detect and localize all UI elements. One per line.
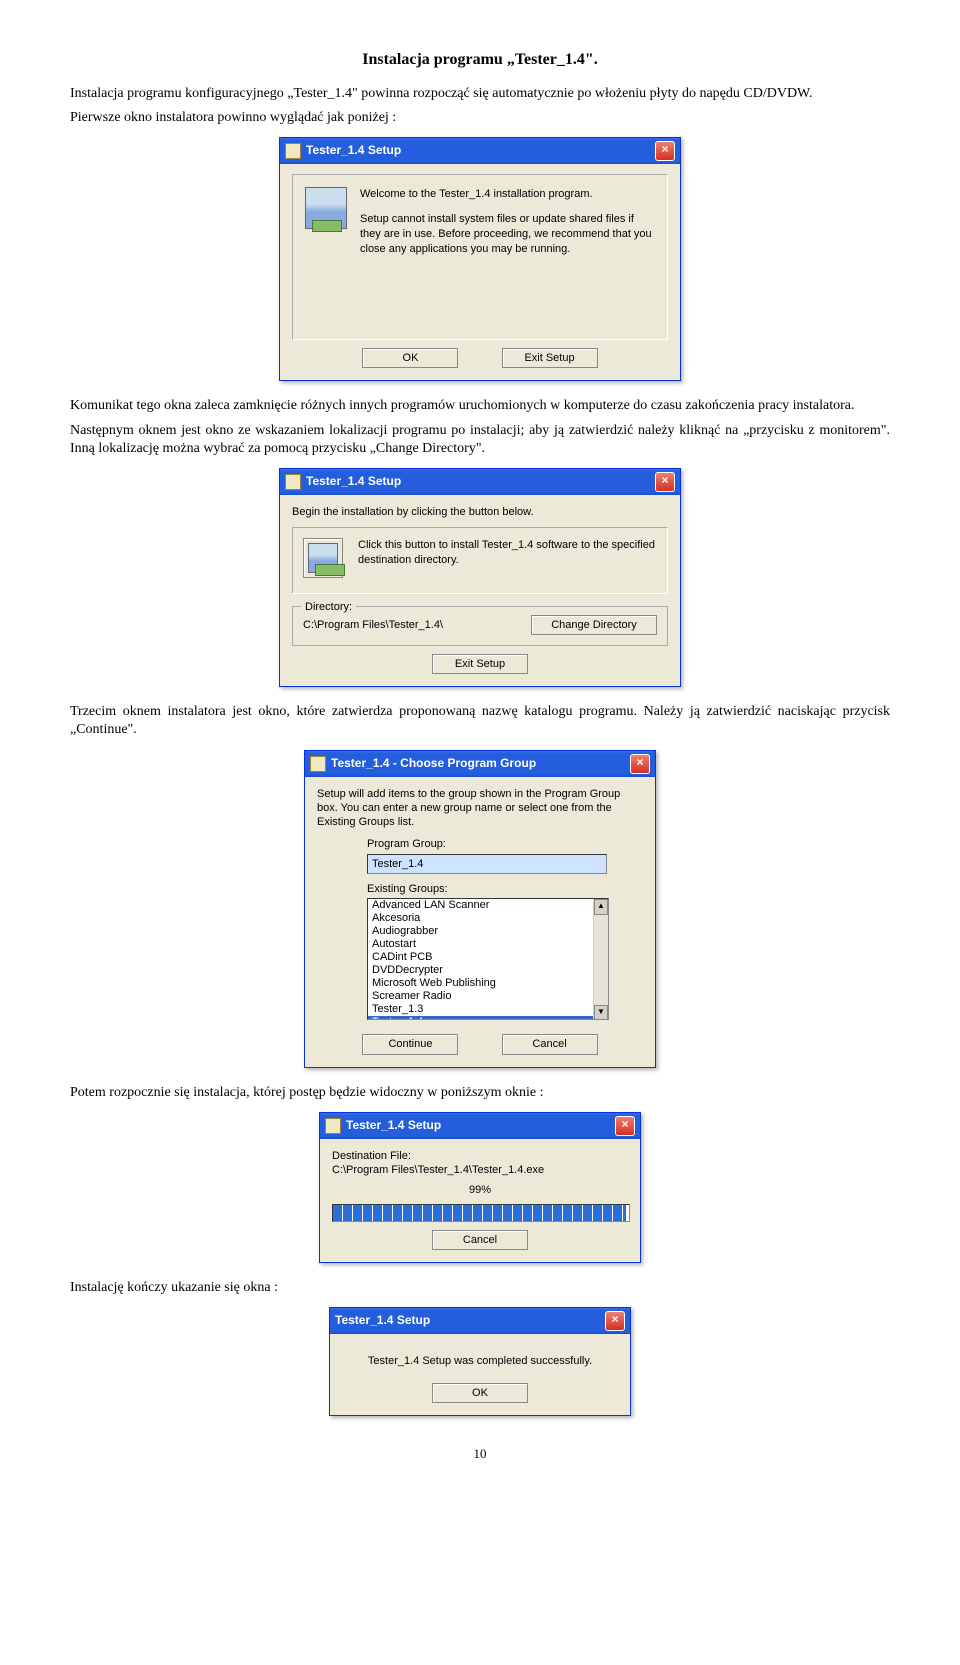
progress-bar (332, 1204, 630, 1222)
paragraph: Potem rozpocznie się instalacja, której … (70, 1084, 890, 1102)
instruction-text: Begin the installation by clicking the b… (292, 505, 668, 519)
destination-label: Destination File: (332, 1149, 628, 1163)
directory-label: Directory: (301, 600, 356, 614)
list-item[interactable]: CADint PCB (368, 951, 608, 964)
setup-window-welcome: Tester_1.4 Setup × Welcome to the Tester… (279, 137, 681, 381)
list-item[interactable]: Audiograbber (368, 925, 608, 938)
titlebar: Tester_1.4 Setup × (330, 1308, 630, 1334)
exit-setup-button[interactable]: Exit Setup (432, 654, 528, 674)
cancel-button[interactable]: Cancel (432, 1230, 528, 1250)
paragraph: Instalacja programu konfiguracyjnego „Te… (70, 85, 890, 103)
list-item[interactable]: DVDDecrypter (368, 964, 608, 977)
window-title: Tester_1.4 Setup (346, 1118, 441, 1134)
list-item[interactable]: Screamer Radio (368, 990, 608, 1003)
close-icon[interactable]: × (655, 472, 675, 492)
scroll-up-icon[interactable]: ▲ (594, 899, 608, 915)
paragraph: Następnym oknem jest okno ze wskazaniem … (70, 422, 890, 458)
page-number: 10 (70, 1446, 890, 1463)
info-text: Setup cannot install system files or upd… (360, 212, 655, 257)
titlebar: Tester_1.4 - Choose Program Group × (305, 751, 655, 777)
window-title: Tester_1.4 Setup (306, 474, 401, 490)
cancel-button[interactable]: Cancel (502, 1034, 598, 1054)
setup-window-program-group: Tester_1.4 - Choose Program Group × Setu… (304, 750, 656, 1068)
scrollbar[interactable]: ▲ ▼ (593, 899, 608, 1019)
continue-button[interactable]: Continue (362, 1034, 458, 1054)
exit-setup-button[interactable]: Exit Setup (502, 348, 598, 368)
description-text: Setup will add items to the group shown … (317, 787, 643, 830)
scroll-down-icon[interactable]: ▼ (594, 1005, 608, 1020)
close-icon[interactable]: × (655, 141, 675, 161)
paragraph: Pierwsze okno instalatora powinno wygląd… (70, 109, 890, 127)
window-title: Tester_1.4 - Choose Program Group (331, 756, 536, 772)
close-icon[interactable]: × (615, 1116, 635, 1136)
change-directory-button[interactable]: Change Directory (531, 615, 657, 635)
list-item[interactable]: Tester_1.3 (368, 1003, 608, 1016)
program-group-input[interactable]: Tester_1.4 (367, 854, 607, 874)
install-icon-button[interactable] (303, 538, 343, 578)
ok-button[interactable]: OK (432, 1383, 528, 1403)
titlebar: Tester_1.4 Setup × (280, 469, 680, 495)
paragraph: Instalację kończy ukazanie się okna : (70, 1279, 890, 1297)
list-item[interactable]: Advanced LAN Scanner (368, 899, 608, 912)
installer-icon (305, 187, 347, 229)
list-item[interactable]: Akcesoria (368, 912, 608, 925)
program-group-label: Program Group: (367, 837, 643, 851)
welcome-text: Welcome to the Tester_1.4 installation p… (360, 187, 655, 202)
directory-path: C:\Program Files\Tester_1.4\ (303, 618, 443, 632)
app-icon (325, 1118, 341, 1134)
paragraph: Komunikat tego okna zaleca zamknięcie ró… (70, 397, 890, 415)
setup-window-complete: Tester_1.4 Setup × Tester_1.4 Setup was … (329, 1307, 631, 1416)
existing-groups-label: Existing Groups: (367, 882, 643, 896)
setup-window-directory: Tester_1.4 Setup × Begin the installatio… (279, 468, 681, 687)
window-title: Tester_1.4 Setup (306, 143, 401, 159)
window-title: Tester_1.4 Setup (335, 1313, 430, 1329)
list-item[interactable]: Tester_1.4 (368, 1016, 608, 1020)
existing-groups-list[interactable]: Advanced LAN ScannerAkcesoriaAudiograbbe… (367, 898, 609, 1020)
close-icon[interactable]: × (605, 1311, 625, 1331)
page-title: Instalacja programu „Tester_1.4". (70, 50, 890, 71)
ok-button[interactable]: OK (362, 348, 458, 368)
destination-path: C:\Program Files\Tester_1.4\Tester_1.4.e… (332, 1163, 628, 1177)
setup-window-progress: Tester_1.4 Setup × Destination File: C:\… (319, 1112, 641, 1263)
list-item[interactable]: Autostart (368, 938, 608, 951)
app-icon (310, 756, 326, 772)
progress-percent: 99% (332, 1183, 628, 1197)
app-icon (285, 474, 301, 490)
paragraph: Trzecim oknem instalatora jest okno, któ… (70, 703, 890, 739)
close-icon[interactable]: × (630, 754, 650, 774)
titlebar: Tester_1.4 Setup × (280, 138, 680, 164)
list-item[interactable]: Microsoft Web Publishing (368, 977, 608, 990)
hint-text: Click this button to install Tester_1.4 … (358, 538, 657, 568)
success-message: Tester_1.4 Setup was completed successfu… (342, 1354, 618, 1368)
titlebar: Tester_1.4 Setup × (320, 1113, 640, 1139)
app-icon (285, 143, 301, 159)
